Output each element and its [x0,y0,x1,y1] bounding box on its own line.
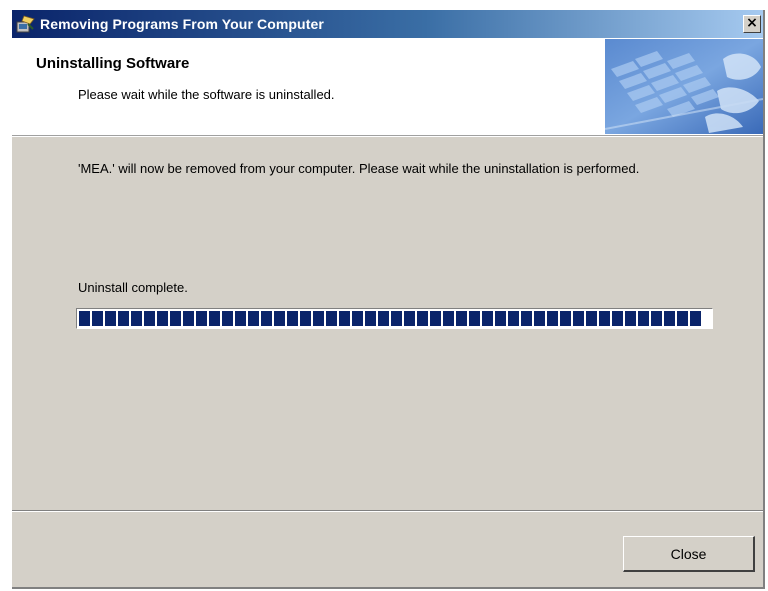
progress-segment [404,311,415,326]
progress-segment [651,311,662,326]
progress-segment [469,311,480,326]
installer-icon [16,15,35,33]
progress-segment [482,311,493,326]
progress-segment [157,311,168,326]
header-subtitle: Please wait while the software is uninst… [78,87,335,102]
progress-segment [274,311,285,326]
progress-segment [677,311,688,326]
progress-segment [560,311,571,326]
progress-segment [118,311,129,326]
progress-segment [79,311,90,326]
keyboard-banner-image [605,39,763,134]
progress-segment [183,311,194,326]
title-bar[interactable]: Removing Programs From Your Computer × [12,10,763,38]
header-separator [12,136,763,137]
close-button[interactable]: Close [623,536,755,572]
progress-segment [287,311,298,326]
uninstall-dialog: Removing Programs From Your Computer × U… [12,10,765,589]
progress-segment [391,311,402,326]
header-title: Uninstalling Software [36,55,190,72]
progress-fill [79,311,710,326]
progress-segment [92,311,103,326]
header-panel: Uninstalling Software Please wait while … [12,38,763,136]
progress-segment [690,311,701,326]
progress-bar [76,308,713,329]
progress-segment [248,311,259,326]
progress-segment [612,311,623,326]
progress-segment [131,311,142,326]
progress-segment [534,311,545,326]
progress-segment [443,311,454,326]
title-close-button[interactable]: × [743,15,761,33]
progress-segment [547,311,558,326]
close-icon: × [746,15,758,31]
progress-segment [222,311,233,326]
progress-segment [144,311,155,326]
window-title: Removing Programs From Your Computer [40,16,324,32]
progress-segment [339,311,350,326]
progress-segment [521,311,532,326]
progress-segment [625,311,636,326]
progress-segment [365,311,376,326]
progress-segment [586,311,597,326]
progress-segment [417,311,428,326]
progress-segment [599,311,610,326]
progress-segment [638,311,649,326]
progress-segment [196,311,207,326]
progress-segment [261,311,272,326]
progress-segment [326,311,337,326]
progress-segment [235,311,246,326]
progress-segment [508,311,519,326]
progress-segment [378,311,389,326]
progress-segment [105,311,116,326]
footer-separator-highlight [12,511,763,512]
progress-segment [209,311,220,326]
progress-segment [170,311,181,326]
progress-segment [430,311,441,326]
status-text: Uninstall complete. [78,280,188,295]
progress-segment [495,311,506,326]
progress-segment [300,311,311,326]
progress-segment [456,311,467,326]
progress-segment [664,311,675,326]
progress-segment [352,311,363,326]
progress-segment [313,311,324,326]
uninstall-message: 'MEA.' will now be removed from your com… [78,161,640,176]
progress-segment [573,311,584,326]
